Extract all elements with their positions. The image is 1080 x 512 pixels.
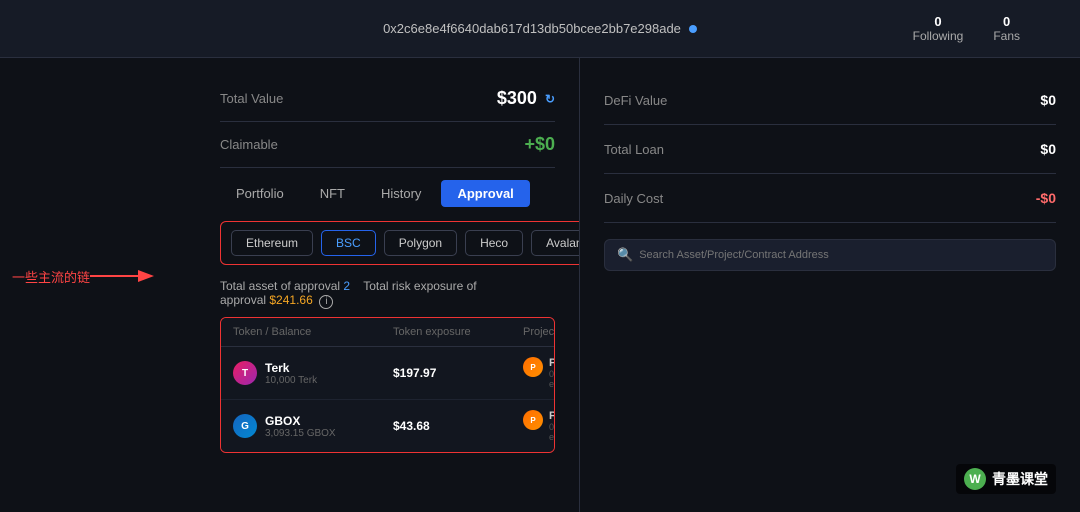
daily-cost-label: Daily Cost	[604, 191, 663, 206]
token-icon-terk: T	[233, 361, 257, 385]
chain-avalanche[interactable]: Avalanche	[531, 230, 580, 256]
token-info-gbox: G GBOX 3,093.15 GBOX	[233, 414, 393, 439]
topbar: 0x2c6e8e4f6640dab617d13db50bcee2bb7e298a…	[0, 0, 1080, 58]
chain-ethereum[interactable]: Ethereum	[231, 230, 313, 256]
chain-polygon[interactable]: Polygon	[384, 230, 457, 256]
total-value-card: Total Value $300 ↻	[220, 76, 555, 122]
topbar-stats: 0 Following 0 Fans	[913, 14, 1020, 43]
wechat-icon: W	[964, 468, 986, 490]
info-icon[interactable]: i	[319, 295, 333, 309]
claimable-value: +$0	[524, 134, 555, 155]
refresh-icon[interactable]: ↻	[545, 92, 555, 106]
chain-selector: Ethereum BSC Polygon Heco Avalanche	[220, 221, 580, 265]
token-details-terk: Terk 10,000 Terk	[265, 361, 317, 386]
main-layout: Total Value $300 ↻ Claimable +$0 Portfol…	[0, 58, 1080, 512]
following-count: 0	[913, 14, 964, 29]
right-panel: DeFi Value $0 Total Loan $0 Daily Cost -…	[580, 58, 1080, 512]
approval-summary: Total asset of approval 2 Total risk exp…	[220, 279, 555, 309]
daily-cost-card: Daily Cost -$0	[604, 174, 1056, 223]
approval-table-wrapper: Token / Balance Token exposure Project /…	[220, 317, 555, 453]
fans-label: Fans	[993, 29, 1020, 43]
project-icon-terk: P	[523, 357, 543, 377]
following-label: Following	[913, 29, 964, 43]
col-token-balance: Token / Balance	[233, 326, 393, 338]
token-exposure-terk: $197.97	[393, 366, 523, 380]
token-exposure-gbox: $43.68	[393, 419, 523, 433]
project-info-gbox: P Pancake 0x10ed43c718714eb63d5aa57b78b5…	[523, 410, 555, 442]
daily-cost-value: -$0	[1036, 190, 1056, 206]
wallet-address: 0x2c6e8e4f6640dab617d13db50bcee2bb7e298a…	[383, 21, 697, 36]
tab-bar: Portfolio NFT History Approval	[220, 180, 555, 207]
chain-heco[interactable]: Heco	[465, 230, 523, 256]
token-info-terk: T Terk 10,000 Terk	[233, 361, 393, 386]
tab-portfolio[interactable]: Portfolio	[220, 180, 300, 207]
col-token-exposure: Token exposure	[393, 326, 523, 338]
approval-total-text: Total asset of approval 2 Total risk exp…	[220, 279, 555, 309]
total-value-label: Total Value	[220, 91, 283, 106]
connected-icon	[689, 25, 697, 33]
table-row: T Terk 10,000 Terk $197.97 P Pancake 0x1…	[221, 347, 554, 400]
tab-history[interactable]: History	[365, 180, 437, 207]
total-loan-label: Total Loan	[604, 142, 664, 157]
project-details-terk: Pancake 0x10ed43c718714eb63d5aa57b78b547…	[549, 357, 555, 389]
project-icon-gbox: P	[523, 410, 543, 430]
summary-section: Total Value $300 ↻ Claimable +$0	[220, 76, 555, 168]
project-info-terk: P Pancake 0x10ed43c718714eb63d5aa57b78b5…	[523, 357, 555, 389]
watermark: W 青墨课堂	[956, 464, 1056, 494]
annotation-text: 一些主流的链	[12, 267, 90, 286]
search-input[interactable]	[639, 249, 1043, 261]
tab-approval[interactable]: Approval	[441, 180, 529, 207]
annotation-arrow	[90, 265, 160, 287]
watermark-text: 青墨课堂	[992, 469, 1048, 489]
table-row: G GBOX 3,093.15 GBOX $43.68 P Pancake 0x…	[221, 400, 554, 452]
defi-value-card: DeFi Value $0	[604, 76, 1056, 125]
fans-count: 0	[993, 14, 1020, 29]
claimable-card: Claimable +$0	[220, 122, 555, 168]
approval-table: Token / Balance Token exposure Project /…	[221, 318, 554, 452]
claimable-label: Claimable	[220, 137, 278, 152]
search-box[interactable]: 🔍	[604, 239, 1056, 271]
col-project-contract: Project / Contract	[523, 326, 555, 338]
chain-bsc[interactable]: BSC	[321, 230, 376, 256]
defi-value-label: DeFi Value	[604, 93, 667, 108]
following-stat[interactable]: 0 Following	[913, 14, 964, 43]
total-loan-card: Total Loan $0	[604, 125, 1056, 174]
total-value: $300 ↻	[497, 88, 555, 109]
tab-nft[interactable]: NFT	[304, 180, 361, 207]
address-text: 0x2c6e8e4f6640dab617d13db50bcee2bb7e298a…	[383, 21, 681, 36]
fans-stat[interactable]: 0 Fans	[993, 14, 1020, 43]
table-header: Token / Balance Token exposure Project /…	[221, 318, 554, 347]
token-icon-gbox: G	[233, 414, 257, 438]
annotation: 一些主流的链	[12, 265, 160, 287]
total-value-amount: $300	[497, 88, 537, 109]
token-details-gbox: GBOX 3,093.15 GBOX	[265, 414, 336, 439]
search-icon: 🔍	[617, 247, 633, 263]
project-details-gbox: Pancake 0x10ed43c718714eb63d5aa57b78b547…	[549, 410, 555, 442]
total-loan-value: $0	[1040, 141, 1056, 157]
defi-value: $0	[1040, 92, 1056, 108]
